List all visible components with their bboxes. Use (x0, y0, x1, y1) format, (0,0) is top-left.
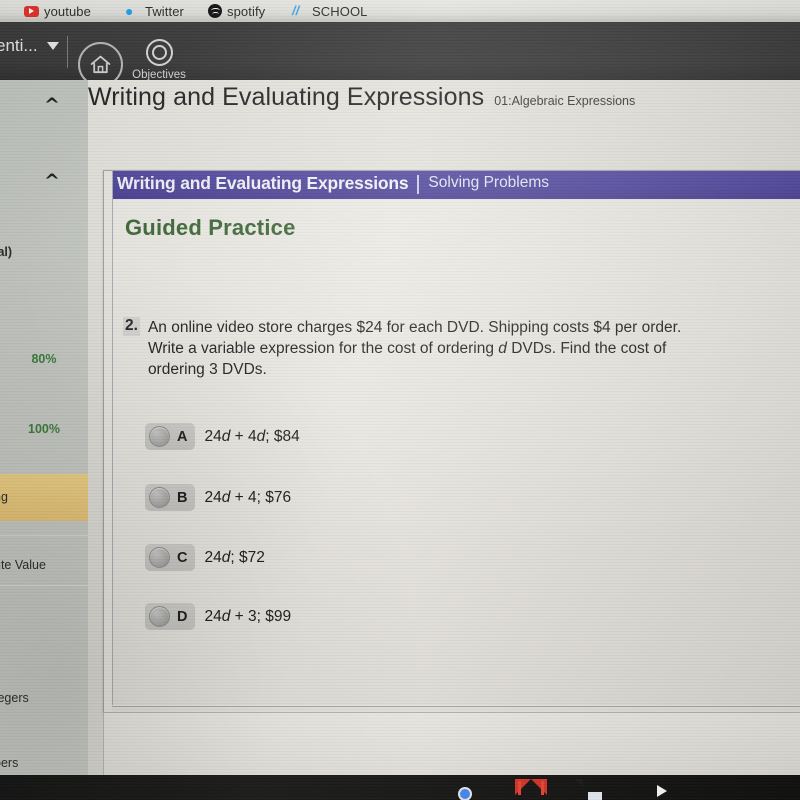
school-folder-icon: // (292, 2, 300, 18)
banner-subtitle: Solving Problems (428, 174, 550, 191)
sidebar-item-3[interactable]: ng (0, 490, 82, 504)
choice-expr-a1: 24 (204, 427, 222, 445)
lesson-content-card: Writing and Evaluating Expressions Solvi… (103, 170, 800, 714)
bookmark-label: SCHOOL (312, 3, 368, 19)
lesson-title-row: Writing and Evaluating Expressions 01:Al… (88, 83, 800, 135)
choice-letter-a: A (177, 428, 188, 445)
radio-icon-d[interactable] (149, 606, 170, 627)
spotify-icon (208, 4, 222, 18)
lesson-content-inner: Writing and Evaluating Expressions Solvi… (112, 171, 800, 705)
choice-expr-c2: ; $72 (230, 548, 265, 566)
choice-button-a[interactable]: A (145, 423, 196, 450)
choice-text-c: 24d; $72 (204, 549, 264, 567)
bookmark-label: spotify (227, 3, 266, 19)
sidebar-item-2[interactable]: 100% (0, 422, 88, 436)
section-heading: Guided Practice (125, 215, 296, 240)
choice-button-b[interactable]: B (145, 484, 196, 511)
taskbar-dock (0, 775, 800, 800)
sidebar-collapse-icon-unit[interactable]: ^ (44, 170, 60, 192)
twitter-icon: ● (125, 2, 134, 19)
dock-chrome[interactable] (450, 779, 484, 800)
lesson-banner: Writing and Evaluating Expressions Solvi… (113, 171, 800, 199)
choice-var-a2: d (256, 427, 266, 445)
home-icon (90, 55, 111, 74)
choice-expr-b1: 24 (204, 488, 222, 506)
toolbar-course-label: enti... (0, 36, 38, 55)
choice-expr-d2: + 3; $99 (230, 607, 292, 625)
bookmark-school[interactable]: // SCHOOL (292, 0, 368, 22)
bookmark-spotify[interactable]: spotify (208, 0, 265, 22)
screen-photo: youtube ● Twitter spotify // SCHOOL enti… (0, 0, 800, 800)
bookmark-youtube[interactable]: youtube (24, 0, 91, 22)
choice-text-a: 24d + 4d; $84 (204, 428, 299, 446)
question-line-3: ordering 3 DVDs. (147, 361, 267, 378)
choice-button-c[interactable]: C (145, 544, 196, 571)
dock-youtube[interactable] (645, 779, 679, 800)
bookmark-label: Twitter (145, 3, 184, 19)
banner-title: Writing and Evaluating Expressions (117, 172, 409, 193)
sidebar-item-4[interactable]: ute Value (0, 558, 82, 572)
dock-gmail[interactable] (515, 779, 549, 800)
question-variable: d (498, 340, 507, 357)
sidebar-item-6[interactable]: bers (0, 756, 82, 770)
choice-button-d[interactable]: D (145, 603, 196, 630)
sidebar-item-0[interactable]: ial) (0, 245, 82, 259)
choice-text-b: 24d + 4; $76 (204, 489, 291, 507)
choice-expr-c1: 24 (204, 548, 222, 566)
choice-letter-c: C (177, 549, 188, 566)
choice-row-d[interactable]: D 24d + 3; $99 (145, 603, 291, 630)
choice-expr-a3: ; $84 (265, 427, 300, 445)
radio-icon-c[interactable] (149, 547, 170, 568)
question-line-1: An online video store charges $24 for ea… (147, 319, 682, 336)
radio-icon-a[interactable] (149, 426, 170, 447)
bookmark-label: youtube (44, 3, 91, 19)
toolbar-divider (67, 36, 68, 68)
choice-row-a[interactable]: A 24d + 4d; $84 (145, 423, 300, 450)
radio-icon-b[interactable] (149, 487, 170, 508)
choice-letter-d: D (177, 608, 188, 625)
choice-expr-b2: + 4; $76 (230, 488, 292, 506)
toolbar-course-dropdown[interactable]: enti... (0, 36, 59, 56)
question-line-2b: DVDs. Find the cost of (506, 340, 667, 357)
dock-google-docs[interactable] (583, 779, 617, 800)
question-text: An online video store charges $24 for ea… (148, 317, 681, 380)
sidebar-item-1[interactable]: 80% (0, 352, 88, 366)
choice-expr-d1: 24 (204, 607, 222, 625)
app-toolbar: enti... Objectives (0, 22, 800, 87)
bookmark-twitter[interactable]: ● Twitter (125, 0, 184, 22)
browser-bookmarks-bar: youtube ● Twitter spotify // SCHOOL (0, 0, 800, 22)
page-subtitle: 01:Algebraic Expressions (494, 94, 636, 108)
sidebar-collapse-icon-top[interactable]: ^ (44, 94, 60, 116)
objectives-button[interactable]: Objectives (131, 39, 187, 81)
question-block: 2. An online video store charges $24 for… (123, 317, 748, 380)
page-title: Writing and Evaluating Expressions (88, 83, 485, 111)
page-below-card (103, 712, 800, 776)
bullseye-target-icon (145, 39, 173, 66)
lesson-sidebar[interactable]: ^ ^ ial) 80% 100% ng ute Value tegers be… (0, 80, 88, 775)
youtube-icon (24, 5, 39, 17)
question-number: 2. (123, 317, 140, 336)
choice-row-b[interactable]: B 24d + 4; $76 (145, 484, 291, 511)
sidebar-item-5[interactable]: tegers (0, 691, 82, 705)
choice-expr-a2: + 4 (230, 427, 257, 445)
banner-separator (417, 174, 420, 194)
choice-letter-b: B (177, 489, 188, 506)
chevron-down-icon (46, 42, 59, 50)
choice-row-c[interactable]: C 24d; $72 (145, 544, 265, 571)
question-line-2a: Write a variable expression for the cost… (147, 340, 499, 357)
choice-text-d: 24d + 3; $99 (204, 608, 291, 626)
